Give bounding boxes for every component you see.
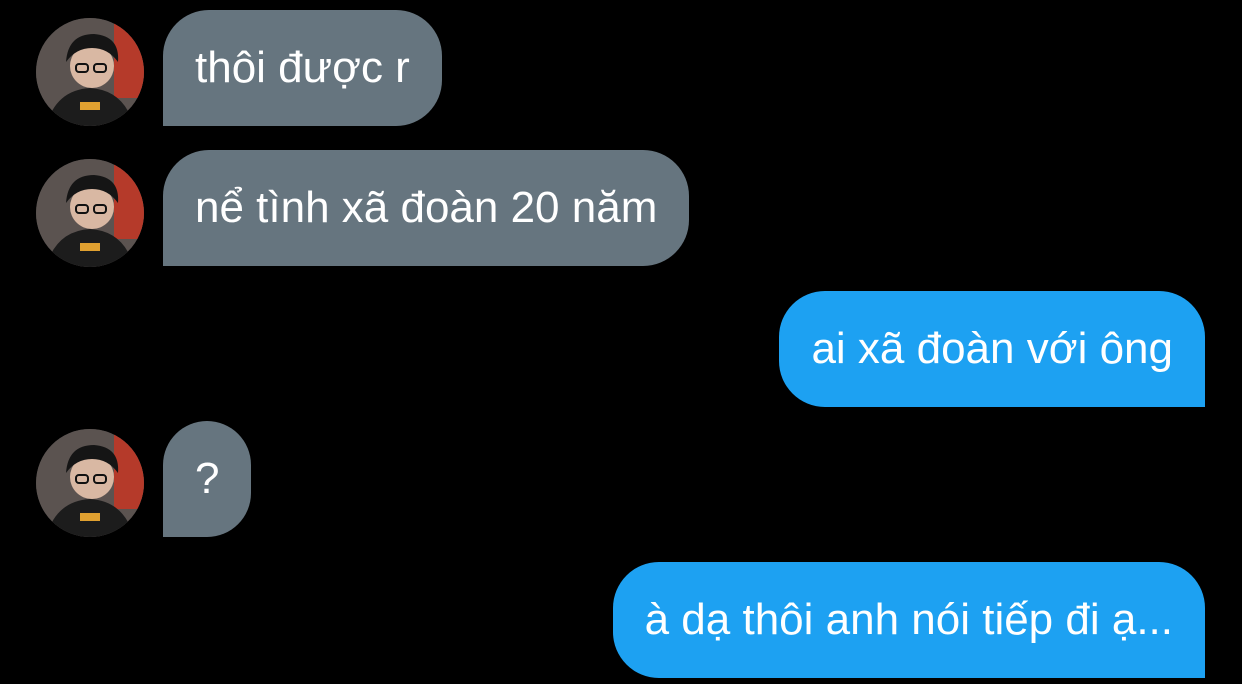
outgoing-message-bubble[interactable]: à dạ thôi anh nói tiếp đi ạ... (612, 562, 1205, 678)
message-thread: thôi được r nể tình xã đoàn 20 năm ai xã… (0, 0, 1242, 684)
avatar-icon (36, 18, 144, 126)
outgoing-message-bubble[interactable]: ai xã đoàn với ông (779, 291, 1205, 407)
contact-avatar[interactable] (36, 429, 144, 537)
avatar-icon (36, 429, 144, 537)
incoming-message-bubble[interactable]: nể tình xã đoàn 20 năm (163, 150, 690, 266)
incoming-message-bubble[interactable]: ? (163, 421, 252, 537)
avatar-icon (36, 159, 144, 267)
contact-avatar[interactable] (36, 18, 144, 126)
contact-avatar[interactable] (36, 159, 144, 267)
incoming-message-bubble[interactable]: thôi được r (163, 10, 442, 126)
